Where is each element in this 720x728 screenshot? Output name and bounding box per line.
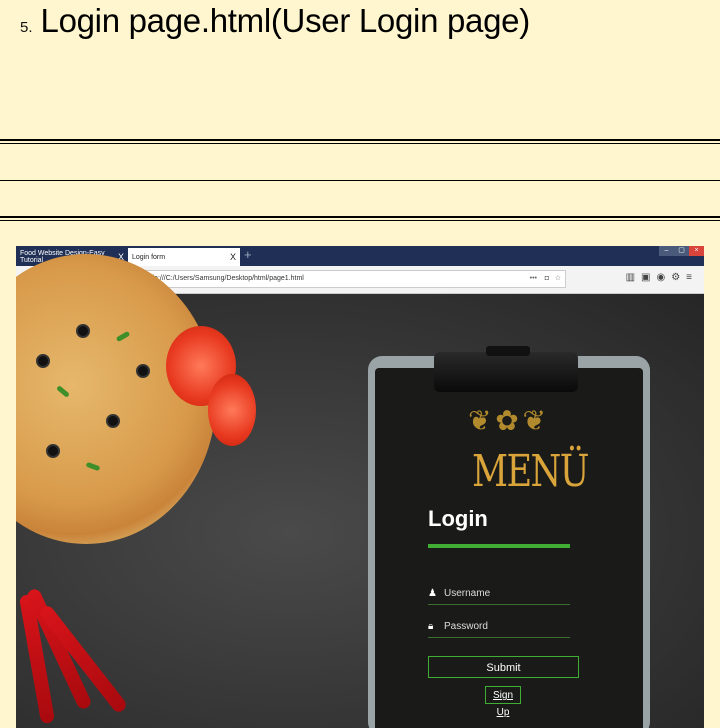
- divider: [0, 139, 720, 141]
- password-field[interactable]: 🔒︎ Password: [428, 615, 570, 638]
- url-text: file:///C:/Users/Samsung/Desktop/html/pa…: [149, 275, 304, 282]
- bookmark-star-icon[interactable]: ☆: [555, 271, 561, 287]
- submit-button[interactable]: Submit: [428, 656, 579, 678]
- login-title: Login: [428, 506, 488, 531]
- section-title: Login page.html(User Login page): [40, 2, 531, 39]
- login-page-background: ❦ ✿ ❦ MENÜ Login ♟ Username 🔒︎ Password …: [16, 254, 704, 728]
- address-bar[interactable]: file:///C:/Users/Samsung/Desktop/html/pa…: [130, 270, 566, 288]
- clipboard-clamp: [434, 352, 578, 392]
- new-tab-button[interactable]: +: [244, 247, 252, 262]
- menu-sign: MENÜ: [472, 446, 589, 497]
- section-number: 5.: [20, 19, 33, 36]
- maximize-icon[interactable]: ▢: [674, 246, 689, 256]
- olive-decoration: [106, 414, 120, 428]
- user-icon: ♟: [428, 587, 437, 599]
- window-controls: – ▢ ×: [659, 246, 704, 256]
- login-underline: [428, 544, 570, 548]
- divider: [0, 180, 720, 181]
- clipboard-clamp-top: [486, 346, 530, 356]
- toolbar-icons[interactable]: ▥▣◉⚙≡: [626, 272, 698, 283]
- close-window-icon[interactable]: ×: [689, 246, 704, 256]
- olive-decoration: [36, 354, 50, 368]
- username-placeholder: Username: [444, 587, 491, 599]
- username-field[interactable]: ♟ Username: [428, 582, 570, 605]
- divider: [0, 220, 720, 221]
- close-icon[interactable]: X: [230, 252, 236, 262]
- tomato-slice-image: [208, 374, 256, 446]
- more-icon[interactable]: •••: [530, 271, 537, 287]
- sign-up-button[interactable]: Sign Up: [485, 686, 521, 718]
- tab-label: Login form: [132, 253, 166, 261]
- minimize-icon[interactable]: –: [659, 246, 674, 256]
- olive-decoration: [76, 324, 90, 338]
- browser-screenshot: Food Website Design-Easy Tutorial X Logi…: [16, 246, 704, 728]
- divider: [0, 143, 720, 144]
- password-placeholder: Password: [444, 620, 488, 632]
- pocket-icon[interactable]: ◘: [545, 271, 549, 287]
- tab-login-form[interactable]: Login form X: [128, 248, 240, 266]
- olive-decoration: [46, 444, 60, 458]
- lock-icon: 🔒︎: [428, 620, 434, 632]
- section-heading: 5. Login page.html(User Login page): [20, 2, 530, 40]
- divider: [0, 216, 720, 218]
- ornament-decoration: ❦ ✿ ❦: [468, 405, 546, 436]
- olive-decoration: [136, 364, 150, 378]
